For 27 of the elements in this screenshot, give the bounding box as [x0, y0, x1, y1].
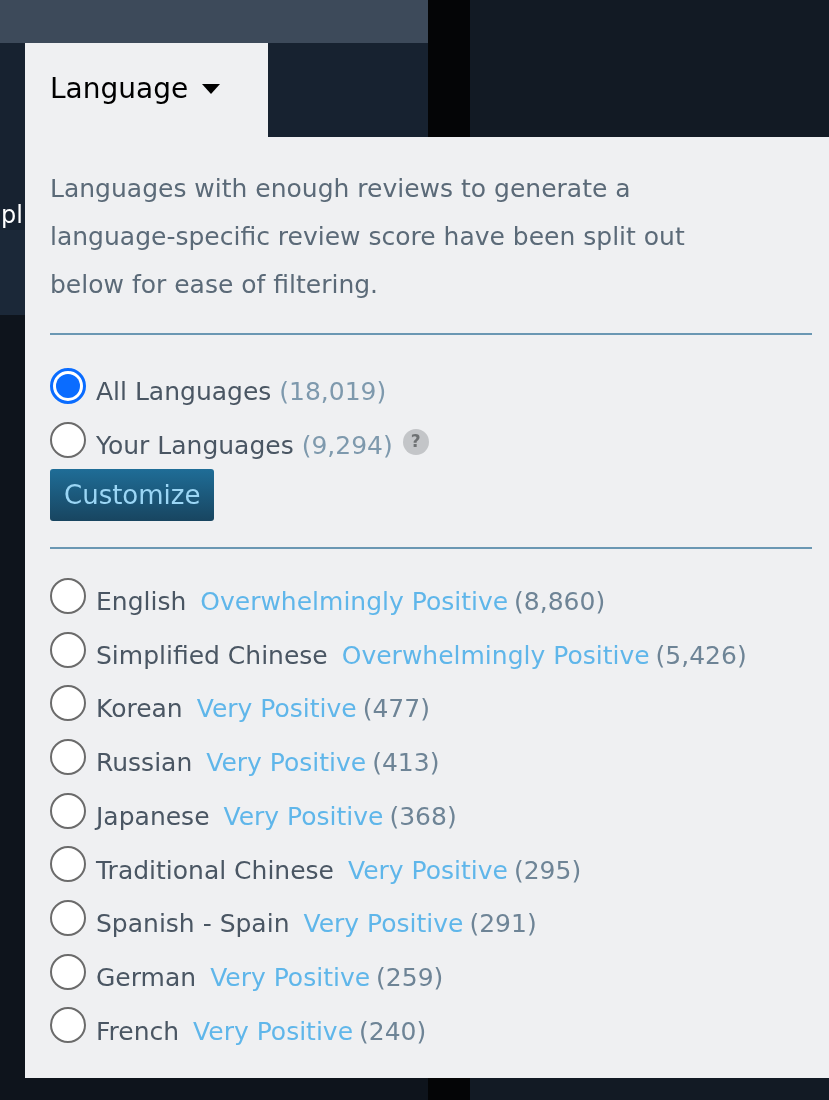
language-option[interactable]: Traditional Chinese Very Positive (295) — [96, 851, 582, 890]
language-option[interactable]: Korean Very Positive (477) — [96, 690, 430, 728]
radio-button[interactable] — [50, 1007, 86, 1044]
language-option[interactable]: Russian Very Positive (413) — [96, 744, 440, 782]
radio-button[interactable] — [50, 685, 86, 722]
radio-button[interactable] — [50, 422, 86, 458]
language-option[interactable]: Japanese Very Positive (368) — [96, 797, 457, 836]
language-option[interactable]: English Overwhelmingly Positive (8,860) — [96, 583, 606, 621]
language-dropdown-tab[interactable]: Language — [25, 43, 268, 137]
page-text: pl — [1, 203, 23, 227]
radio-button[interactable] — [50, 577, 86, 614]
language-option[interactable]: French Very Positive (240) — [96, 1012, 427, 1051]
option-label[interactable]: All Languages (18,019) — [96, 373, 387, 411]
radio-button[interactable] — [50, 953, 86, 990]
language-option[interactable]: Spanish - Spain Very Positive (291) — [96, 905, 537, 943]
radio-button[interactable] — [50, 792, 86, 829]
language-option[interactable]: German Very Positive (259) — [96, 958, 444, 997]
language-option[interactable]: Simplified Chinese Overwhelmingly Positive (5,426) — [96, 636, 747, 675]
caret-icon — [202, 84, 221, 94]
radio-button[interactable] — [50, 846, 86, 883]
customize-button[interactable]: Customize — [50, 469, 215, 521]
radio-button[interactable] — [50, 738, 86, 775]
radio-button[interactable] — [50, 368, 86, 404]
radio-button[interactable] — [50, 631, 86, 668]
description-text: Languages with enough reviews to generate a language-specific review score have been split out below for ease of filtering. — [50, 173, 686, 301]
radio-button[interactable] — [50, 899, 86, 936]
option-label[interactable]: Your Languages (9,294) — [96, 427, 393, 465]
